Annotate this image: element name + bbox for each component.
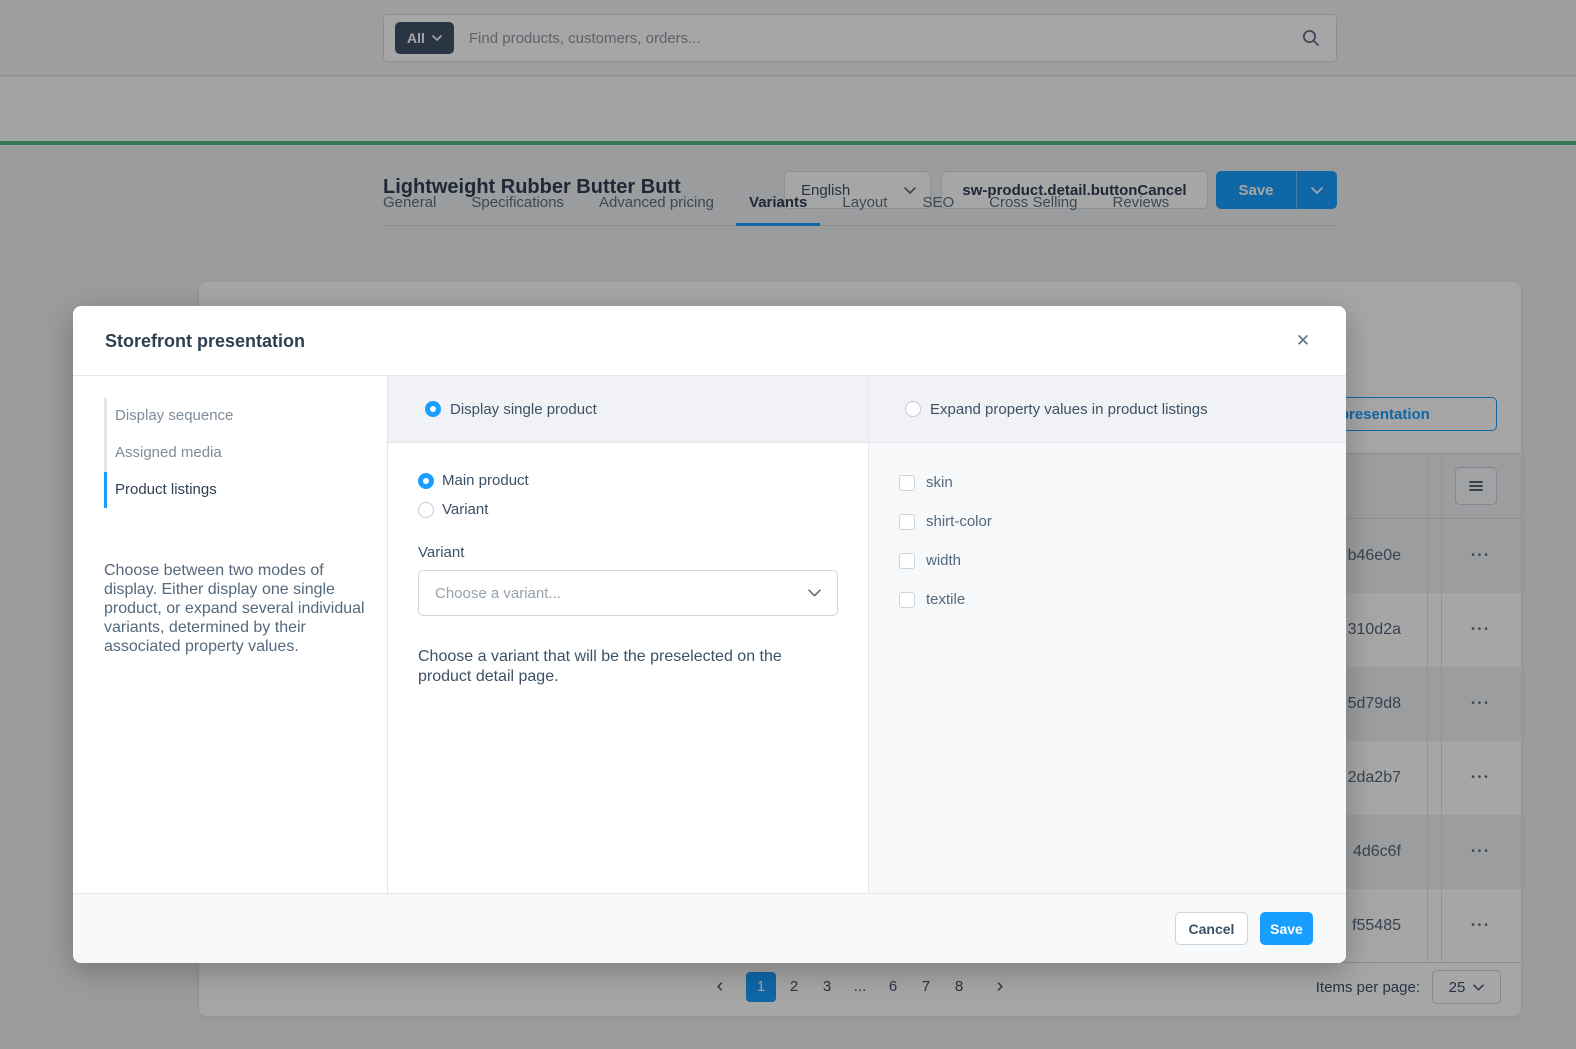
shopware-admin-product-detail: All Lightweight Rubber Butter Butt Engli… [0,0,1576,1049]
modal-footer: Cancel Save [73,893,1346,963]
variant-helper-text: Choose a variant that will be the presel… [418,647,820,686]
modal-column-divider [387,376,388,893]
property-textile-label: textile [926,591,965,608]
property-width-label: width [926,552,961,569]
expand-column-background [869,376,1346,893]
property-list: skin shirt-color width textile [899,474,992,608]
modal-save-button[interactable]: Save [1260,912,1313,945]
variant-option: Variant [418,501,488,518]
variant-radio[interactable] [418,502,434,518]
chevron-down-icon [808,589,821,597]
close-icon[interactable]: ✕ [1287,325,1319,357]
storefront-presentation-modal: Storefront presentation ✕ Display sequen… [73,306,1346,963]
display-single-product-label: Display single product [450,401,597,418]
property-item: skin [899,474,992,491]
property-item: shirt-color [899,513,992,530]
nav-assigned-media[interactable]: Assigned media [115,434,222,471]
main-product-radio[interactable] [418,473,434,489]
expand-property-values-radio[interactable] [905,401,921,417]
property-textile-checkbox[interactable] [899,592,915,608]
modal-nav-active-indicator [104,472,107,508]
modal-title: Storefront presentation [105,306,305,376]
variant-select-placeholder: Choose a variant... [435,585,561,602]
expand-mode-header: Expand property values in product listin… [869,376,1346,443]
nav-product-listings[interactable]: Product listings [115,471,217,508]
property-skin-checkbox[interactable] [899,475,915,491]
nav-display-sequence[interactable]: Display sequence [115,397,233,434]
variant-select[interactable]: Choose a variant... [418,570,838,616]
modal-column-divider [868,376,869,893]
property-shirt-color-label: shirt-color [926,513,992,530]
variant-option-label: Variant [442,501,488,518]
display-single-product-radio[interactable] [425,401,441,417]
property-item: width [899,552,992,569]
expand-property-values-label: Expand property values in product listin… [930,401,1208,418]
main-product-label: Main product [442,472,529,489]
property-shirt-color-checkbox[interactable] [899,514,915,530]
mode-description: Choose between two modes of display. Eit… [104,561,368,656]
property-skin-label: skin [926,474,953,491]
property-width-checkbox[interactable] [899,553,915,569]
main-product-option: Main product [418,472,529,489]
property-item: textile [899,591,992,608]
modal-header: Storefront presentation ✕ [73,306,1346,376]
variant-field-label: Variant [418,544,464,561]
single-product-mode-header: Display single product [388,376,868,443]
modal-cancel-button[interactable]: Cancel [1175,912,1248,945]
